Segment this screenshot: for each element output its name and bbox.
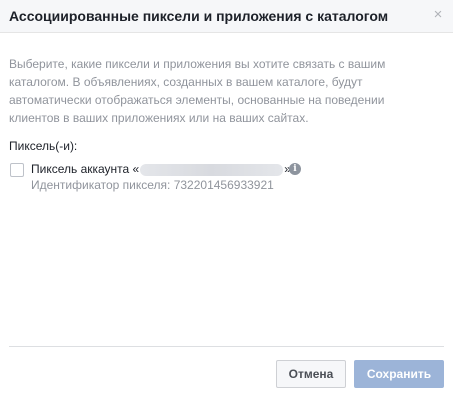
footer-divider	[9, 346, 444, 347]
dialog-title: Ассоциированные пиксели и приложения с к…	[9, 8, 389, 24]
close-icon[interactable]: ×	[431, 6, 445, 24]
pixel-checkbox[interactable]	[10, 163, 24, 177]
associate-pixels-dialog: Ассоциированные пиксели и приложения с к…	[0, 0, 453, 394]
cancel-button[interactable]: Отмена	[276, 360, 346, 388]
pixel-id: Идентификатор пикселя: 732201456933921	[31, 178, 274, 192]
pixel-name-prefix: Пиксель аккаунта «	[31, 162, 140, 176]
pixel-name[interactable]: Пиксель аккаунта «»	[31, 162, 291, 176]
dialog-header: Ассоциированные пиксели и приложения с к…	[0, 0, 453, 33]
save-button[interactable]: Сохранить	[354, 360, 444, 388]
dialog-description: Выберите, какие пиксели и приложения вы …	[9, 57, 386, 125]
redacted-account-name	[140, 163, 284, 176]
info-icon[interactable]: i	[289, 163, 301, 175]
pixels-section-label: Пиксель(-и):	[9, 139, 78, 153]
